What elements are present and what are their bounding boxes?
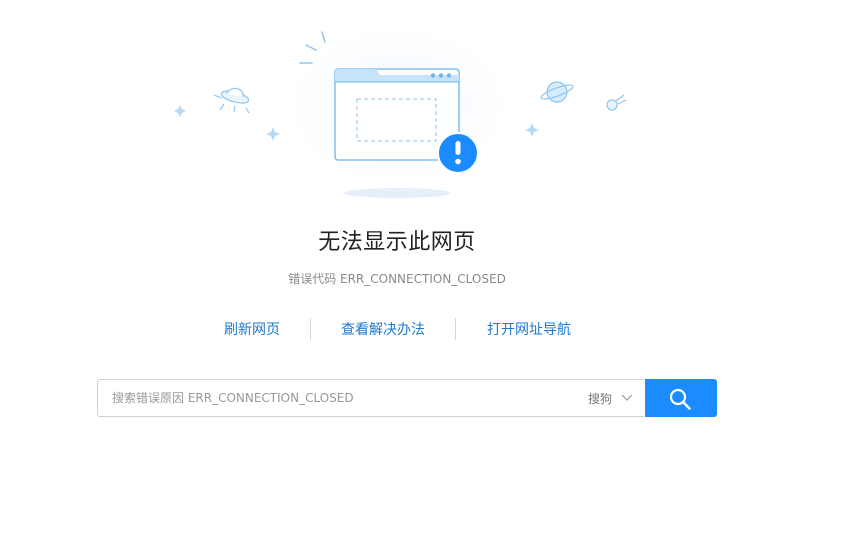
- error-illustration: [174, 20, 627, 198]
- error-code: 错误代码 ERR_CONNECTION_CLOSED: [288, 272, 506, 286]
- comet-icon: [606, 94, 627, 111]
- search-icon: [669, 388, 691, 410]
- page-title: 无法显示此网页: [318, 230, 476, 255]
- action-links: 刷新网页 查看解决办法 打开网址导航: [196, 317, 596, 341]
- planet-icon: [540, 81, 574, 103]
- search-bar: 搜狗: [97, 379, 717, 417]
- search-box: 搜狗: [97, 379, 644, 417]
- search-engine-select[interactable]: 搜狗: [588, 390, 612, 407]
- search-button[interactable]: [645, 379, 717, 417]
- chevron-down-icon[interactable]: [621, 392, 633, 402]
- open-url-navigation-link[interactable]: 打开网址导航: [487, 319, 571, 339]
- divider: [455, 318, 456, 340]
- view-solutions-link[interactable]: 查看解决办法: [341, 319, 425, 339]
- exclamation-circle-icon: [437, 132, 479, 174]
- refresh-page-link[interactable]: 刷新网页: [224, 319, 280, 339]
- divider: [310, 318, 311, 340]
- error-page: 无法显示此网页 错误代码 ERR_CONNECTION_CLOSED 刷新网页 …: [0, 0, 862, 546]
- ufo-icon: [213, 87, 250, 114]
- search-input[interactable]: [112, 380, 572, 416]
